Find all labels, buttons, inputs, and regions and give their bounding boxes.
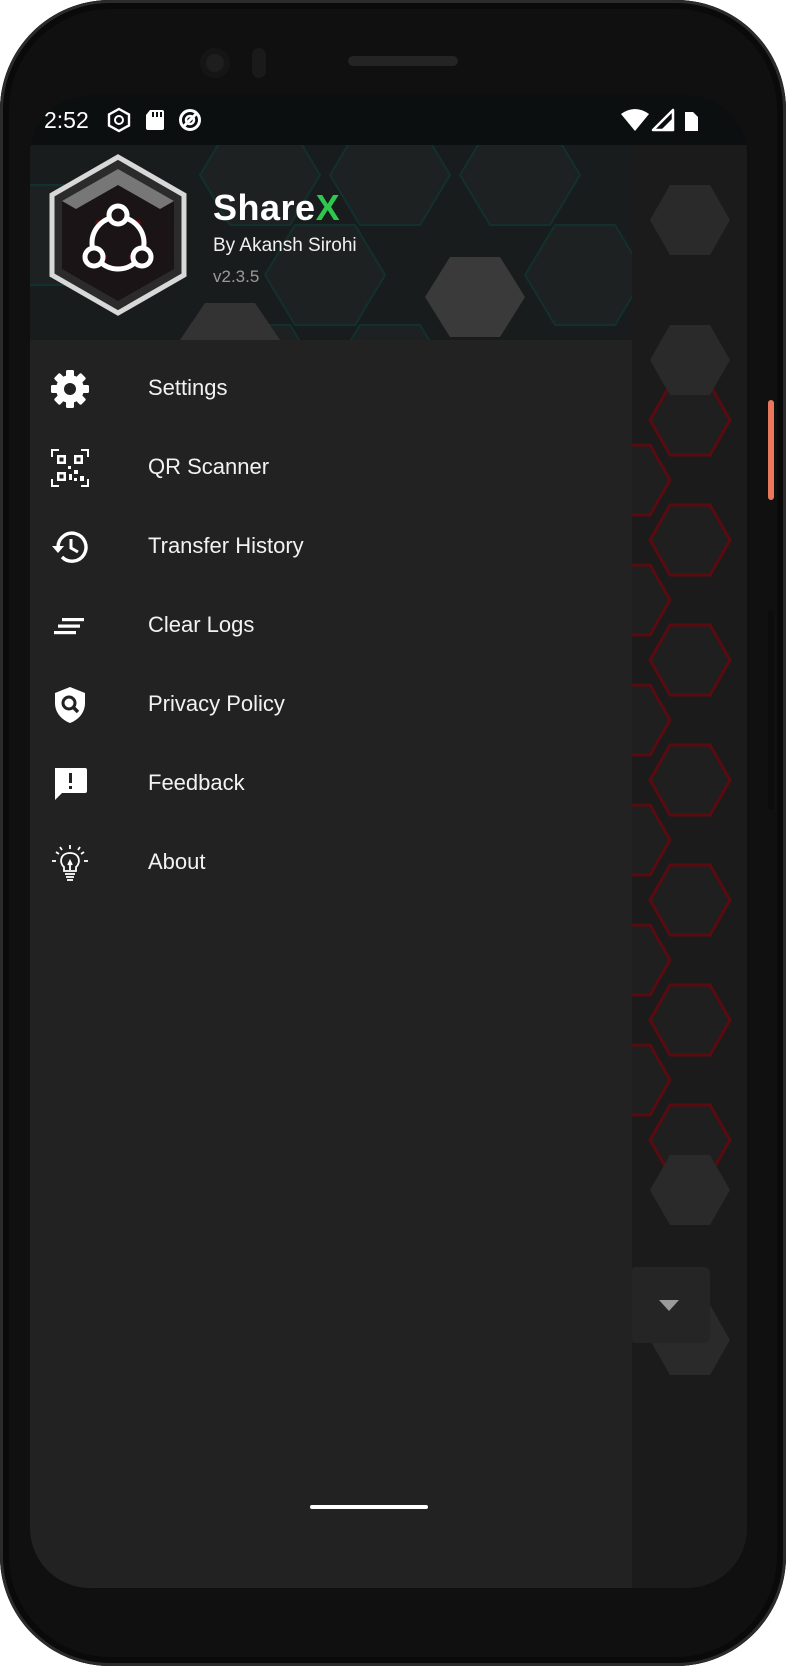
menu-item-label: Feedback xyxy=(148,770,245,795)
proximity-sensor xyxy=(252,48,266,78)
feedback-icon xyxy=(55,768,87,800)
status-bar: 2:52 xyxy=(30,95,747,145)
app-notification-icon xyxy=(107,107,131,133)
app-title-accent: X xyxy=(315,187,341,228)
menu-item-privacy-policy[interactable]: Privacy Policy xyxy=(30,665,632,744)
menu-item-transfer-history[interactable]: Transfer History xyxy=(30,507,632,586)
menu-item-about[interactable]: About xyxy=(30,823,632,902)
power-button xyxy=(768,400,774,500)
menu-item-qr-scanner[interactable]: QR Scanner xyxy=(30,428,632,507)
app-title-main: Share xyxy=(213,187,316,228)
drawer-header: ShareX By Akansh Sirohi v2.3.5 xyxy=(30,145,632,340)
status-time: 2:52 xyxy=(44,107,89,133)
menu-item-label: Transfer History xyxy=(148,533,304,558)
hexagon-pattern xyxy=(630,185,732,1375)
front-camera xyxy=(200,48,230,78)
gear-icon xyxy=(51,370,89,408)
menu-item-feedback[interactable]: Feedback xyxy=(30,744,632,823)
phone-frame: 2:52 ShareX By Akansh Sirohi v2.3.5 Sett… xyxy=(0,0,786,1666)
menu-item-label: About xyxy=(148,849,206,874)
menu-item-label: QR Scanner xyxy=(148,454,270,479)
menu-item-label: Privacy Policy xyxy=(148,691,285,716)
gesture-navigation-handle[interactable] xyxy=(310,1505,428,1509)
data-saver-icon xyxy=(179,109,201,131)
app-version: v2.3.5 xyxy=(213,267,260,286)
sd-card-icon xyxy=(146,110,164,130)
menu-item-clear-logs[interactable]: Clear Logs xyxy=(30,586,632,665)
qr-code-icon xyxy=(51,449,89,487)
app-logo xyxy=(49,154,187,316)
app-title: ShareX xyxy=(213,187,340,229)
navigation-drawer: ShareX By Akansh Sirohi v2.3.5 Settings … xyxy=(30,145,632,1588)
screen: 2:52 ShareX By Akansh Sirohi v2.3.5 Sett… xyxy=(30,95,747,1588)
menu-item-label: Settings xyxy=(148,375,228,400)
chevron-down-icon xyxy=(659,1300,679,1311)
app-author: By Akansh Sirohi xyxy=(213,235,357,256)
wifi-icon xyxy=(621,109,649,131)
scroll-down-button[interactable] xyxy=(630,1267,710,1343)
battery-icon xyxy=(685,112,698,131)
menu-item-label: Clear Logs xyxy=(148,612,255,637)
earpiece-speaker xyxy=(348,56,458,66)
history-icon xyxy=(52,531,88,563)
cell-signal-icon xyxy=(651,108,675,132)
clear-all-icon xyxy=(54,618,84,635)
menu-item-settings[interactable]: Settings xyxy=(30,349,632,428)
background-app-content xyxy=(630,145,747,1588)
shield-search-icon xyxy=(55,687,85,723)
volume-button xyxy=(768,610,774,810)
lightbulb-icon xyxy=(52,845,88,881)
